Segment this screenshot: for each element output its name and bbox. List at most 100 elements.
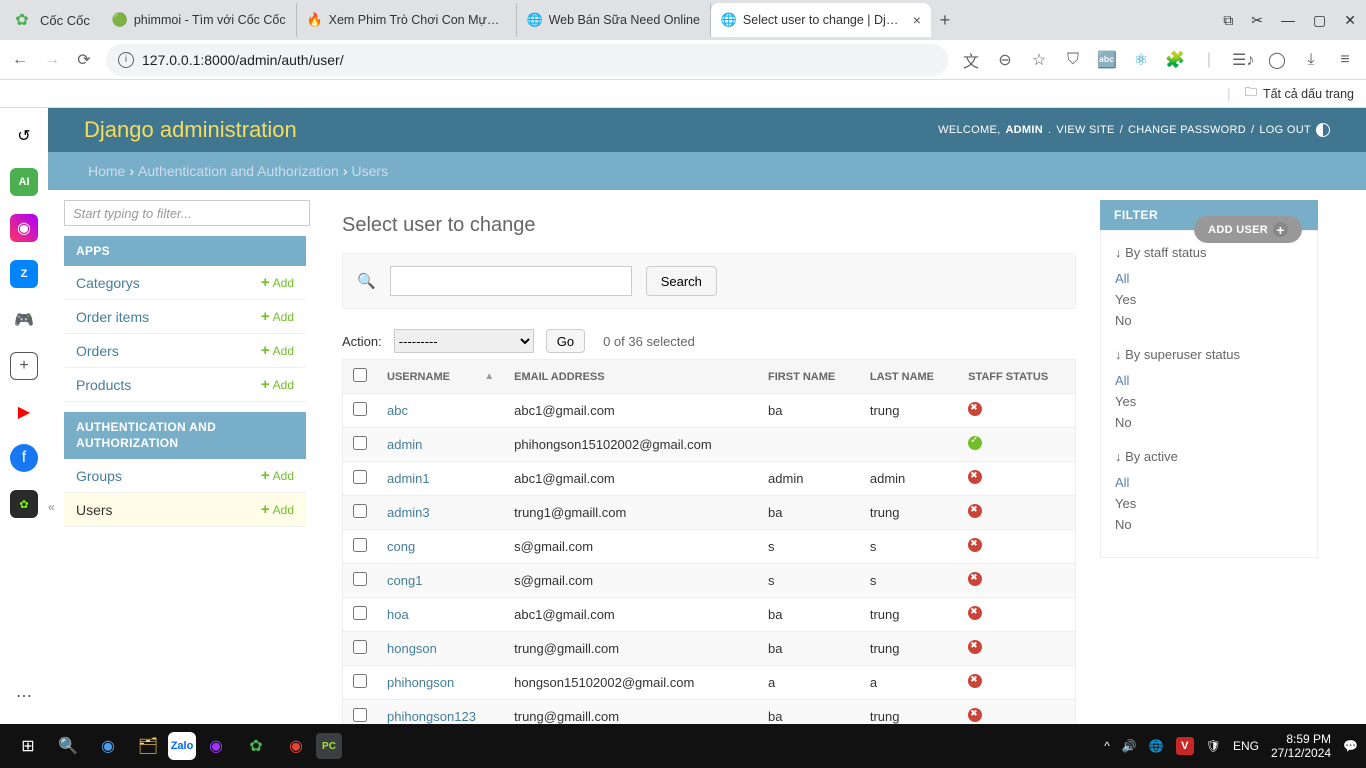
tray-unikey-icon[interactable]: V [1176,737,1194,755]
sidebar-add-link[interactable]: Add [261,274,294,291]
filter-option[interactable]: Yes [1101,391,1317,412]
chrome-taskbar-icon[interactable]: ◉ [276,726,316,766]
playlist-icon[interactable]: ☰♪ [1232,50,1254,70]
filter-option[interactable]: No [1101,412,1317,433]
browser-tab[interactable]: 🌐Web Bán Sữa Need Online [517,3,711,37]
sidebar-add-link[interactable]: Add [261,308,294,325]
profile-icon[interactable]: ◯ [1266,50,1288,70]
go-button[interactable]: Go [546,329,585,353]
back-button[interactable]: ← [10,51,30,69]
add-panel-icon[interactable]: + [10,352,38,380]
row-checkbox[interactable] [353,708,367,722]
row-checkbox[interactable] [353,470,367,484]
browser-tab[interactable]: 🔥Xem Phim Trò Chơi Con Mực (Phầ [297,3,517,37]
reload-button[interactable]: ⟳ [74,50,94,70]
col-staff[interactable]: STAFF STATUS [958,360,1075,394]
row-checkbox[interactable] [353,674,367,688]
sidebar-add-link[interactable]: Add [261,342,294,359]
username-link[interactable]: abc [387,403,408,418]
col-email[interactable]: EMAIL ADDRESS [504,360,758,394]
col-lastname[interactable]: LAST NAME [860,360,958,394]
select-all-checkbox[interactable] [353,368,367,382]
col-username[interactable]: USERNAME▲ [377,360,504,394]
tray-chevron-icon[interactable]: ^ [1104,739,1110,753]
sidebar-add-link[interactable]: Add [261,467,294,484]
search-button[interactable]: Search [646,266,717,296]
filter-option[interactable]: Yes [1101,289,1317,310]
browser-tab[interactable]: 🌐Select user to change | Djang× [711,3,931,37]
sidebar-model-link[interactable]: Order items [76,309,149,325]
sidebar-filter-input[interactable] [64,200,310,226]
coccoc-taskbar-icon[interactable]: ✿ [236,726,276,766]
menu-icon[interactable]: ≡ [1334,51,1356,69]
tray-lang[interactable]: ENG [1233,739,1259,753]
logout-link[interactable]: LOG OUT [1259,124,1311,136]
new-tab-button[interactable]: + [931,10,959,31]
sidebar-model-link[interactable]: Groups [76,468,122,484]
tray-notifications-icon[interactable]: 💬 [1343,739,1358,753]
gamepad-icon[interactable]: 🎮 [10,306,38,334]
pycharm-taskbar-icon[interactable]: PC [316,733,342,759]
bookmarks-folder-icon[interactable]: 🗀 [1244,83,1257,104]
sidebar-add-link[interactable]: Add [261,501,294,518]
change-password-link[interactable]: CHANGE PASSWORD [1128,124,1246,136]
sidebar-add-link[interactable]: Add [261,376,294,393]
action-select[interactable]: --------- [394,329,534,353]
shield-icon[interactable]: ⛉ [1062,51,1084,69]
site-title[interactable]: Django administration [84,117,297,143]
browser-tab[interactable]: 🟢phimmoi - Tìm với Cốc Cốc [102,3,297,37]
filter-option[interactable]: Yes [1101,493,1317,514]
tray-clock[interactable]: 8:59 PM 27/12/2024 [1271,732,1331,761]
react-ext-icon[interactable]: ⚛ [1130,50,1152,70]
row-checkbox[interactable] [353,402,367,416]
row-checkbox[interactable] [353,572,367,586]
row-checkbox[interactable] [353,436,367,450]
username-link[interactable]: hongson [387,641,437,656]
tray-shield-icon[interactable]: 🛡 [1206,739,1221,753]
collapse-panel-icon[interactable]: « [48,500,55,514]
bookmark-star-icon[interactable]: ☆ [1028,50,1050,70]
sidebar-model-link[interactable]: Categorys [76,275,140,291]
pip-icon[interactable]: ⧉ [1223,12,1233,29]
add-user-button[interactable]: ADD USER [1194,216,1302,243]
breadcrumb-home[interactable]: Home [88,163,125,179]
youtube-icon[interactable]: ▶ [10,398,38,426]
username-link[interactable]: phihongson [387,675,454,690]
url-text[interactable]: 127.0.0.1:8000/admin/auth/user/ [142,52,344,68]
view-site-link[interactable]: VIEW SITE [1056,124,1114,136]
sidebar-model-link[interactable]: Products [76,377,131,393]
tab-close-icon[interactable]: × [913,12,921,28]
username-link[interactable]: cong1 [387,573,422,588]
theme-toggle-icon[interactable] [1316,123,1330,137]
filter-option[interactable]: No [1101,310,1317,331]
extensions-icon[interactable]: 🧩 [1164,50,1186,70]
col-firstname[interactable]: FIRST NAME [758,360,860,394]
file-explorer-icon[interactable]: 🗂 [128,726,168,766]
breadcrumb-auth[interactable]: Authentication and Authorization [138,163,339,179]
filter-option[interactable]: No [1101,514,1317,535]
history-icon[interactable]: ↺ [10,122,38,150]
messenger-taskbar-icon[interactable]: ◉ [196,726,236,766]
username-link[interactable]: admin1 [387,471,430,486]
more-panel-icon[interactable]: ⋯ [10,682,38,710]
search-taskbar-icon[interactable]: 🔍 [48,726,88,766]
window-maximize-icon[interactable]: ▢ [1313,12,1326,29]
app-badge-icon[interactable]: ✿ [10,490,38,518]
tray-volume-icon[interactable]: 🔊 [1122,739,1137,753]
row-checkbox[interactable] [353,606,367,620]
username-link[interactable]: phihongson123 [387,709,476,724]
forward-button[interactable]: → [42,51,62,69]
tray-network-icon[interactable]: 🌐 [1149,739,1164,753]
username-link[interactable]: cong [387,539,415,554]
zalo-icon[interactable]: Z [10,260,38,288]
search-input[interactable] [390,266,632,296]
translate-icon[interactable]: 文 [960,48,982,72]
edge-icon[interactable]: ◉ [88,726,128,766]
gtranslate-ext-icon[interactable]: 🔤 [1096,50,1118,70]
username-link[interactable]: hoa [387,607,409,622]
username-link[interactable]: admin [387,437,422,452]
filter-option[interactable]: All [1101,370,1317,391]
zoom-icon[interactable]: ⊖ [994,50,1016,70]
downloads-icon[interactable]: ⤓ [1300,51,1322,69]
window-close-icon[interactable]: ✕ [1344,12,1356,29]
